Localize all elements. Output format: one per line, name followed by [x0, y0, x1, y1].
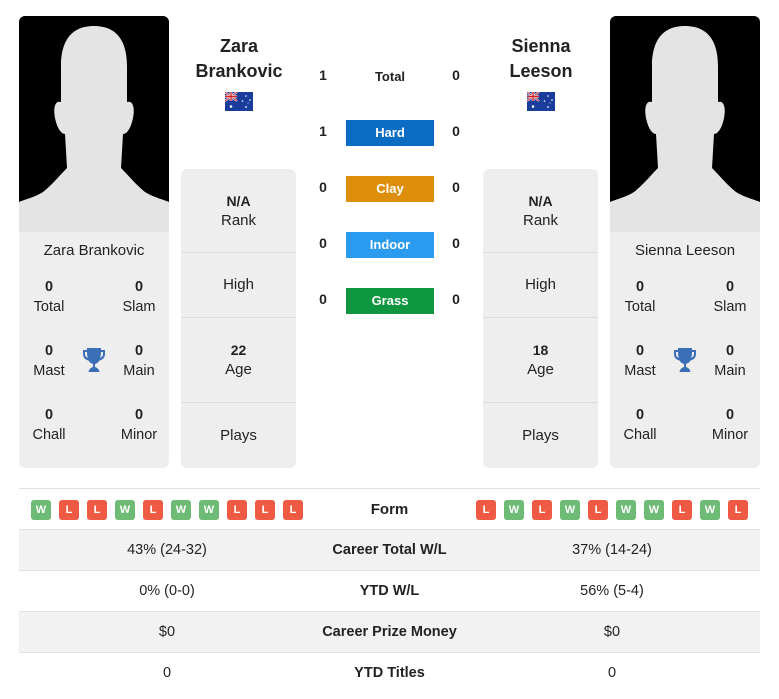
stat-row-ytd-wl: 0% (0-0) YTD W/L 56% (5-4)	[19, 570, 760, 611]
player2-titles-main: 0 Main	[714, 343, 746, 379]
player2-ytd-titles: 0	[607, 665, 617, 681]
h2h-clay-left: 0	[319, 179, 327, 195]
form-loss-badge[interactable]: L	[87, 500, 107, 520]
player1-titles-minor: 0 Minor	[120, 407, 158, 443]
form-win-badge[interactable]: W	[560, 500, 580, 520]
trophy-icon	[83, 348, 105, 372]
player2-rank: N/A Rank	[483, 169, 598, 253]
player1-card: Zara Brankovic 0 Total 0 Slam 0 Mast 0 M…	[19, 16, 169, 468]
h2h-indoor-right: 0	[452, 235, 460, 251]
stat-row-career-wl: 43% (24-32) Career Total W/L 37% (14-24)	[19, 529, 760, 570]
form-loss-badge[interactable]: L	[728, 500, 748, 520]
stat-row-ytd-titles: 0 YTD Titles 0	[19, 652, 760, 693]
surface-clay-badge[interactable]: Clay	[346, 176, 434, 202]
h2h-total-label: Total	[374, 69, 406, 84]
form-label: Form	[370, 501, 409, 518]
h2h-grass-left: 0	[319, 291, 327, 307]
divider	[19, 488, 760, 489]
form-loss-badge[interactable]: L	[227, 500, 247, 520]
silhouette-icon	[19, 16, 169, 216]
form-win-badge[interactable]: W	[700, 500, 720, 520]
player2-card-name: Sienna Leeson	[634, 242, 736, 259]
player2-plays: Plays	[522, 426, 559, 444]
h2h-total-left: 1	[319, 67, 327, 83]
h2h-clay-right: 0	[452, 179, 460, 195]
player1-titles-slam: 0 Slam	[122, 279, 156, 315]
h2h-hard-right: 0	[452, 123, 460, 139]
player1-card-name: Zara Brankovic	[43, 242, 145, 259]
player1-photo[interactable]	[19, 16, 169, 216]
silhouette-icon	[610, 16, 760, 216]
player2-ytd-wl: 56% (5-4)	[580, 583, 644, 599]
player1-titles-total: 0 Total	[33, 279, 65, 315]
australia-flag-icon	[527, 92, 555, 111]
player2-titles-total: 0 Total	[624, 279, 656, 315]
player1-name-link[interactable]: Zara Brankovic	[169, 34, 309, 84]
form-loss-badge[interactable]: L	[672, 500, 692, 520]
form-win-badge[interactable]: W	[31, 500, 51, 520]
player2-titles-minor: 0 Minor	[711, 407, 749, 443]
australia-flag-icon	[225, 92, 253, 111]
player1-titles-mast: 0 Mast	[33, 343, 65, 379]
form-loss-badge[interactable]: L	[588, 500, 608, 520]
stat-row-prize-money: $0 Career Prize Money $0	[19, 611, 760, 652]
player2-high: High	[483, 253, 598, 318]
form-loss-badge[interactable]: L	[476, 500, 496, 520]
form-row: WLLWLWWLLL Form LWLWLWWLWL	[19, 490, 760, 530]
h2h-total-right: 0	[452, 67, 460, 83]
form-win-badge[interactable]: W	[644, 500, 664, 520]
player2-card: Sienna Leeson 0 Total 0 Slam 0 Mast 0 Ma…	[610, 16, 760, 468]
player2-photo[interactable]	[610, 16, 760, 216]
surface-grass-badge[interactable]: Grass	[346, 288, 434, 314]
player2-name-link[interactable]: Sienna Leeson	[471, 34, 611, 84]
player1-plays: Plays	[220, 426, 257, 444]
player2-age: 18 Age	[483, 318, 598, 403]
form-win-badge[interactable]: W	[115, 500, 135, 520]
h2h-hard-left: 1	[319, 123, 327, 139]
player1-info-panel: N/A Rank High 22 Age Plays	[181, 169, 296, 468]
player1-prize-money: $0	[158, 624, 176, 640]
player2-titles-mast: 0 Mast	[624, 343, 656, 379]
player2-titles-slam: 0 Slam	[713, 279, 747, 315]
player1-career-wl: 43% (24-32)	[127, 542, 207, 558]
h2h-indoor-left: 0	[319, 235, 327, 251]
player1-titles-chall: 0 Chall	[32, 407, 66, 443]
h2h-grass-right: 0	[452, 291, 460, 307]
form-win-badge[interactable]: W	[199, 500, 219, 520]
stat-label: YTD W/L	[359, 583, 420, 599]
form-loss-badge[interactable]: L	[532, 500, 552, 520]
player1-ytd-titles: 0	[162, 665, 172, 681]
player1-age: 22 Age	[181, 318, 296, 403]
form-loss-badge[interactable]: L	[283, 500, 303, 520]
player2-titles-chall: 0 Chall	[623, 407, 657, 443]
trophy-icon	[674, 348, 696, 372]
form-loss-badge[interactable]: L	[255, 500, 275, 520]
player1-ytd-wl: 0% (0-0)	[139, 583, 195, 599]
surface-indoor-badge[interactable]: Indoor	[346, 232, 434, 258]
player2-career-wl: 37% (14-24)	[572, 542, 652, 558]
player2-prize-money: $0	[603, 624, 621, 640]
stat-label: Career Prize Money	[322, 624, 457, 640]
player1-high: High	[181, 253, 296, 318]
form-win-badge[interactable]: W	[616, 500, 636, 520]
surface-hard-badge[interactable]: Hard	[346, 120, 434, 146]
form-win-badge[interactable]: W	[504, 500, 524, 520]
player1-rank: N/A Rank	[181, 169, 296, 253]
form-win-badge[interactable]: W	[171, 500, 191, 520]
player2-info-panel: N/A Rank High 18 Age Plays	[483, 169, 598, 468]
stat-label: YTD Titles	[354, 665, 425, 681]
form-loss-badge[interactable]: L	[59, 500, 79, 520]
player1-titles-main: 0 Main	[123, 343, 155, 379]
form-loss-badge[interactable]: L	[143, 500, 163, 520]
stat-label: Career Total W/L	[332, 542, 447, 558]
